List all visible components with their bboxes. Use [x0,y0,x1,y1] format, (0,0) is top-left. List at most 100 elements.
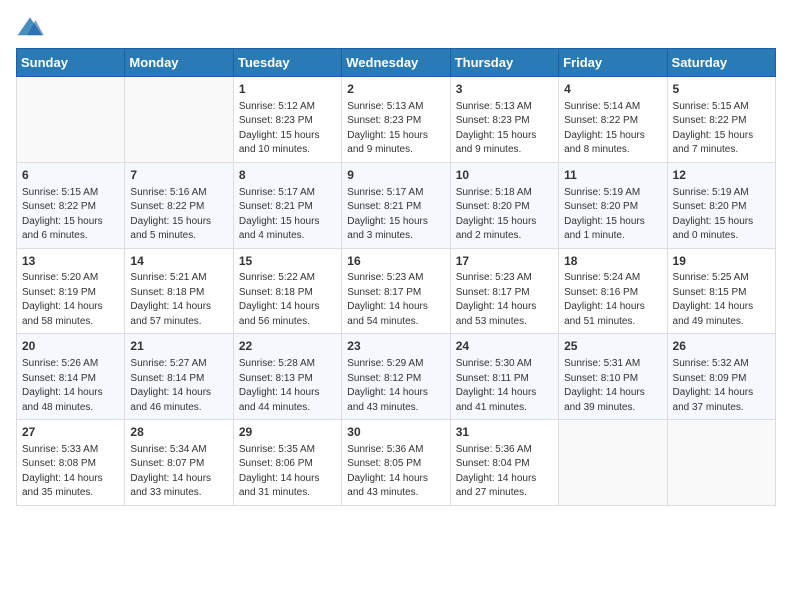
col-header-sunday: Sunday [17,49,125,77]
day-number: 28 [130,424,227,441]
day-info: Sunrise: 5:13 AM Sunset: 8:23 PM Dayligh… [347,100,444,158]
day-info: Sunrise: 5:22 AM Sunset: 8:18 PM Dayligh… [239,271,336,329]
calendar-cell: 6 Sunrise: 5:15 AM Sunset: 8:22 PM Daylig… [17,162,125,248]
calendar-cell: 16Sunrise: 5:23 AM Sunset: 8:17 PM Dayli… [342,248,450,334]
day-info: Sunrise: 5:26 AM Sunset: 8:14 PM Dayligh… [22,357,119,415]
day-info: Sunrise: 5:14 AM Sunset: 8:22 PM Dayligh… [564,100,661,158]
calendar-table: SundayMondayTuesdayWednesdayThursdayFrid… [16,48,776,506]
calendar-cell [17,77,125,163]
day-number: 7 [130,167,227,184]
day-number: 18 [564,253,661,270]
day-info: Sunrise: 5:30 AM Sunset: 8:11 PM Dayligh… [456,357,553,415]
calendar-cell: 3 Sunrise: 5:13 AM Sunset: 8:23 PM Daylig… [450,77,558,163]
day-info: Sunrise: 5:33 AM Sunset: 8:08 PM Dayligh… [22,443,119,501]
calendar-cell: 23 Sunrise: 5:29 AM Sunset: 8:12 PM Dayli… [342,334,450,420]
calendar-cell: 7 Sunrise: 5:16 AM Sunset: 8:22 PM Daylig… [125,162,233,248]
day-info: Sunrise: 5:23 AM Sunset: 8:17 PM Dayligh… [456,271,553,329]
day-number: 10 [456,167,553,184]
day-number: 22 [239,338,336,355]
day-number: 25 [564,338,661,355]
day-number: 2 [347,81,444,98]
calendar-cell: 26 Sunrise: 5:32 AM Sunset: 8:09 PM Dayli… [667,334,775,420]
calendar-cell: 17Sunrise: 5:23 AM Sunset: 8:17 PM Dayli… [450,248,558,334]
col-header-thursday: Thursday [450,49,558,77]
calendar-week-2: 6 Sunrise: 5:15 AM Sunset: 8:22 PM Daylig… [17,162,776,248]
day-info: Sunrise: 5:35 AM Sunset: 8:06 PM Dayligh… [239,443,336,501]
col-header-tuesday: Tuesday [233,49,341,77]
day-info: Sunrise: 5:18 AM Sunset: 8:20 PM Dayligh… [456,186,553,244]
day-number: 19 [673,253,770,270]
day-info: Sunrise: 5:27 AM Sunset: 8:14 PM Dayligh… [130,357,227,415]
calendar-cell: 10 Sunrise: 5:18 AM Sunset: 8:20 PM Dayli… [450,162,558,248]
calendar-cell [125,77,233,163]
day-info: Sunrise: 5:28 AM Sunset: 8:13 PM Dayligh… [239,357,336,415]
day-number: 24 [456,338,553,355]
day-number: 30 [347,424,444,441]
calendar-cell: 30 Sunrise: 5:36 AM Sunset: 8:05 PM Dayli… [342,420,450,506]
day-number: 26 [673,338,770,355]
logo [16,16,48,38]
calendar-cell: 12Sunrise: 5:19 AM Sunset: 8:20 PM Dayli… [667,162,775,248]
calendar-cell: 18Sunrise: 5:24 AM Sunset: 8:16 PM Dayli… [559,248,667,334]
day-info: Sunrise: 5:15 AM Sunset: 8:22 PM Dayligh… [673,100,770,158]
calendar-cell: 28 Sunrise: 5:34 AM Sunset: 8:07 PM Dayli… [125,420,233,506]
day-info: Sunrise: 5:34 AM Sunset: 8:07 PM Dayligh… [130,443,227,501]
day-number: 5 [673,81,770,98]
calendar-cell: 9Sunrise: 5:17 AM Sunset: 8:21 PM Daylig… [342,162,450,248]
day-number: 11 [564,167,661,184]
calendar-cell: 11 Sunrise: 5:19 AM Sunset: 8:20 PM Dayli… [559,162,667,248]
day-info: Sunrise: 5:36 AM Sunset: 8:05 PM Dayligh… [347,443,444,501]
calendar-cell: 22 Sunrise: 5:28 AM Sunset: 8:13 PM Dayli… [233,334,341,420]
calendar-cell: 20 Sunrise: 5:26 AM Sunset: 8:14 PM Dayli… [17,334,125,420]
day-number: 3 [456,81,553,98]
col-header-monday: Monday [125,49,233,77]
day-info: Sunrise: 5:16 AM Sunset: 8:22 PM Dayligh… [130,186,227,244]
day-number: 1 [239,81,336,98]
calendar-week-3: 13Sunrise: 5:20 AM Sunset: 8:19 PM Dayli… [17,248,776,334]
calendar-cell: 29 Sunrise: 5:35 AM Sunset: 8:06 PM Dayli… [233,420,341,506]
day-number: 23 [347,338,444,355]
day-info: Sunrise: 5:32 AM Sunset: 8:09 PM Dayligh… [673,357,770,415]
calendar-cell: 25 Sunrise: 5:31 AM Sunset: 8:10 PM Dayli… [559,334,667,420]
day-number: 29 [239,424,336,441]
calendar-cell: 21Sunrise: 5:27 AM Sunset: 8:14 PM Dayli… [125,334,233,420]
day-number: 13 [22,253,119,270]
day-number: 14 [130,253,227,270]
calendar-week-4: 20 Sunrise: 5:26 AM Sunset: 8:14 PM Dayli… [17,334,776,420]
calendar-cell: 4Sunrise: 5:14 AM Sunset: 8:22 PM Daylig… [559,77,667,163]
day-info: Sunrise: 5:15 AM Sunset: 8:22 PM Dayligh… [22,186,119,244]
calendar-cell: 1Sunrise: 5:12 AM Sunset: 8:23 PM Daylig… [233,77,341,163]
day-number: 16 [347,253,444,270]
calendar-cell: 27Sunrise: 5:33 AM Sunset: 8:08 PM Dayli… [17,420,125,506]
calendar-cell: 13Sunrise: 5:20 AM Sunset: 8:19 PM Dayli… [17,248,125,334]
calendar-header-row: SundayMondayTuesdayWednesdayThursdayFrid… [17,49,776,77]
calendar-cell: 24 Sunrise: 5:30 AM Sunset: 8:11 PM Dayli… [450,334,558,420]
day-number: 17 [456,253,553,270]
calendar-cell [667,420,775,506]
calendar-cell: 5 Sunrise: 5:15 AM Sunset: 8:22 PM Daylig… [667,77,775,163]
col-header-friday: Friday [559,49,667,77]
day-number: 8 [239,167,336,184]
page-header [16,16,776,38]
calendar-cell: 19Sunrise: 5:25 AM Sunset: 8:15 PM Dayli… [667,248,775,334]
calendar-cell: 31 Sunrise: 5:36 AM Sunset: 8:04 PM Dayli… [450,420,558,506]
day-number: 31 [456,424,553,441]
calendar-cell: 15Sunrise: 5:22 AM Sunset: 8:18 PM Dayli… [233,248,341,334]
col-header-wednesday: Wednesday [342,49,450,77]
day-info: Sunrise: 5:21 AM Sunset: 8:18 PM Dayligh… [130,271,227,329]
col-header-saturday: Saturday [667,49,775,77]
calendar-cell: 8Sunrise: 5:17 AM Sunset: 8:21 PM Daylig… [233,162,341,248]
calendar-week-5: 27Sunrise: 5:33 AM Sunset: 8:08 PM Dayli… [17,420,776,506]
day-info: Sunrise: 5:20 AM Sunset: 8:19 PM Dayligh… [22,271,119,329]
day-info: Sunrise: 5:17 AM Sunset: 8:21 PM Dayligh… [347,186,444,244]
calendar-cell [559,420,667,506]
day-info: Sunrise: 5:31 AM Sunset: 8:10 PM Dayligh… [564,357,661,415]
day-info: Sunrise: 5:36 AM Sunset: 8:04 PM Dayligh… [456,443,553,501]
calendar-cell: 2 Sunrise: 5:13 AM Sunset: 8:23 PM Daylig… [342,77,450,163]
day-number: 6 [22,167,119,184]
day-info: Sunrise: 5:19 AM Sunset: 8:20 PM Dayligh… [564,186,661,244]
day-info: Sunrise: 5:29 AM Sunset: 8:12 PM Dayligh… [347,357,444,415]
day-info: Sunrise: 5:13 AM Sunset: 8:23 PM Dayligh… [456,100,553,158]
day-number: 20 [22,338,119,355]
day-info: Sunrise: 5:24 AM Sunset: 8:16 PM Dayligh… [564,271,661,329]
